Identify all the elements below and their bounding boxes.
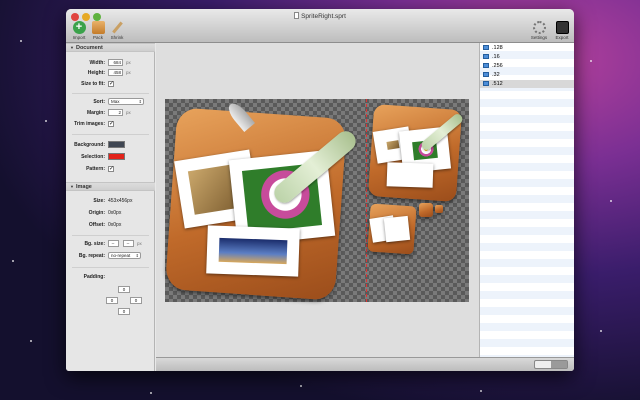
split-view-icon[interactable] <box>551 361 567 368</box>
padding-left-field[interactable]: 0 <box>106 297 118 304</box>
pattern-row: Pattern: ✓ <box>86 166 115 172</box>
sprite-32[interactable] <box>419 203 433 217</box>
origin-row: Origin: 0x0px <box>88 210 122 216</box>
divider <box>72 235 149 236</box>
divider <box>72 134 149 135</box>
image-file-icon <box>483 71 489 77</box>
padding-bottom-field[interactable]: 0 <box>118 308 130 315</box>
view-mode-toggle[interactable] <box>534 360 568 369</box>
shrink-button[interactable]: Shrink <box>106 21 128 40</box>
list-item[interactable]: .256 <box>480 62 574 70</box>
margin-row: Margin: 2 px <box>86 109 131 116</box>
bg-repeat-select[interactable]: no-repeat ⇕ <box>108 252 141 259</box>
size-to-fit-checkbox[interactable]: ✓ <box>108 81 114 87</box>
sprite-photo-city <box>386 162 434 189</box>
toolbar: SpriteRight.sprt + Import Pack Shrink Se… <box>66 9 574 43</box>
image-file-icon <box>483 44 489 50</box>
image-file-icon <box>483 80 489 86</box>
sort-row: Sort: Max ⇕ <box>93 98 144 105</box>
image-file-icon <box>483 53 489 59</box>
sprite-file-list: .128 .16 .256 .32 .512 <box>479 43 574 357</box>
bg-size-height-field[interactable]: – <box>123 240 134 247</box>
settings-button[interactable]: Settings <box>528 21 550 40</box>
gear-icon <box>532 21 546 34</box>
bg-size-width-field[interactable]: – <box>108 240 119 247</box>
padding-right-field[interactable]: 0 <box>130 297 142 304</box>
window-title-text: SpriteRight.sprt <box>301 13 346 20</box>
image-file-icon <box>483 62 489 68</box>
settings-label: Settings <box>530 35 548 40</box>
inspector-sidebar: ▼ Document Width: 684 px Height: 458 px S… <box>66 43 155 371</box>
height-row: Height: 458 px <box>87 69 131 76</box>
pattern-checkbox[interactable]: ✓ <box>108 166 114 172</box>
width-row: Width: 684 px <box>89 59 131 66</box>
size-to-fit-row: Size to fit: ✓ <box>81 81 115 87</box>
background-color-well[interactable] <box>108 141 125 148</box>
trim-images-row: Trim images: ✓ <box>74 121 115 127</box>
sprite-sheet[interactable] <box>164 99 469 302</box>
image-section-header[interactable]: ▼ Image <box>66 182 155 191</box>
width-field[interactable]: 684 <box>108 59 123 66</box>
background-row: Background: <box>66 141 155 149</box>
document-section-header[interactable]: ▼ Document <box>66 43 155 52</box>
box-icon <box>91 21 105 34</box>
sprite-photo-city <box>206 225 300 277</box>
plus-icon: + <box>72 21 86 34</box>
selection-color-well[interactable] <box>108 153 125 160</box>
margin-field[interactable]: 2 <box>108 109 123 116</box>
app-window: SpriteRight.sprt + Import Pack Shrink Se… <box>66 9 574 371</box>
offset-row: Offset: 0x0px <box>88 222 122 228</box>
stepper-arrows-icon: ⇕ <box>135 253 139 258</box>
image-size-row: Size: 453x456px <box>93 198 133 204</box>
selection-guide <box>366 99 367 302</box>
bg-repeat-row: Bg. repeat: no-repeat ⇕ <box>78 252 141 259</box>
stepper-arrows-icon: ⇕ <box>138 99 142 104</box>
list-item-selected[interactable]: .512 <box>480 80 574 88</box>
sprite-photo-flower <box>383 215 411 243</box>
export-label: Export <box>555 35 569 40</box>
window-title: SpriteRight.sprt <box>66 12 574 20</box>
padding-top-field[interactable]: 0 <box>118 286 130 293</box>
scalpel-icon <box>111 21 124 34</box>
divider <box>72 93 149 94</box>
export-icon <box>555 21 569 34</box>
padding-row: Padding: <box>83 274 105 280</box>
disclosure-triangle-icon: ▼ <box>70 184 74 189</box>
sort-select[interactable]: Max ⇕ <box>108 98 144 105</box>
disclosure-triangle-icon: ▼ <box>70 45 74 50</box>
sprite-canvas-area[interactable] <box>156 43 479 357</box>
bg-size-row: Bg. size: – – px <box>84 240 142 247</box>
single-view-icon[interactable] <box>535 361 551 368</box>
bottom-bar <box>156 357 574 371</box>
document-icon <box>294 12 300 19</box>
sprite-16[interactable] <box>435 205 443 213</box>
divider <box>72 267 149 268</box>
list-item[interactable]: .128 <box>480 44 574 52</box>
trim-images-checkbox[interactable]: ✓ <box>108 121 114 127</box>
selection-row: Selection: <box>66 153 155 161</box>
shrink-label: Shrink <box>110 35 124 40</box>
list-item[interactable]: .16 <box>480 53 574 61</box>
export-button[interactable]: Export <box>551 21 573 40</box>
height-field[interactable]: 458 <box>108 69 123 76</box>
list-item[interactable]: .32 <box>480 71 574 79</box>
